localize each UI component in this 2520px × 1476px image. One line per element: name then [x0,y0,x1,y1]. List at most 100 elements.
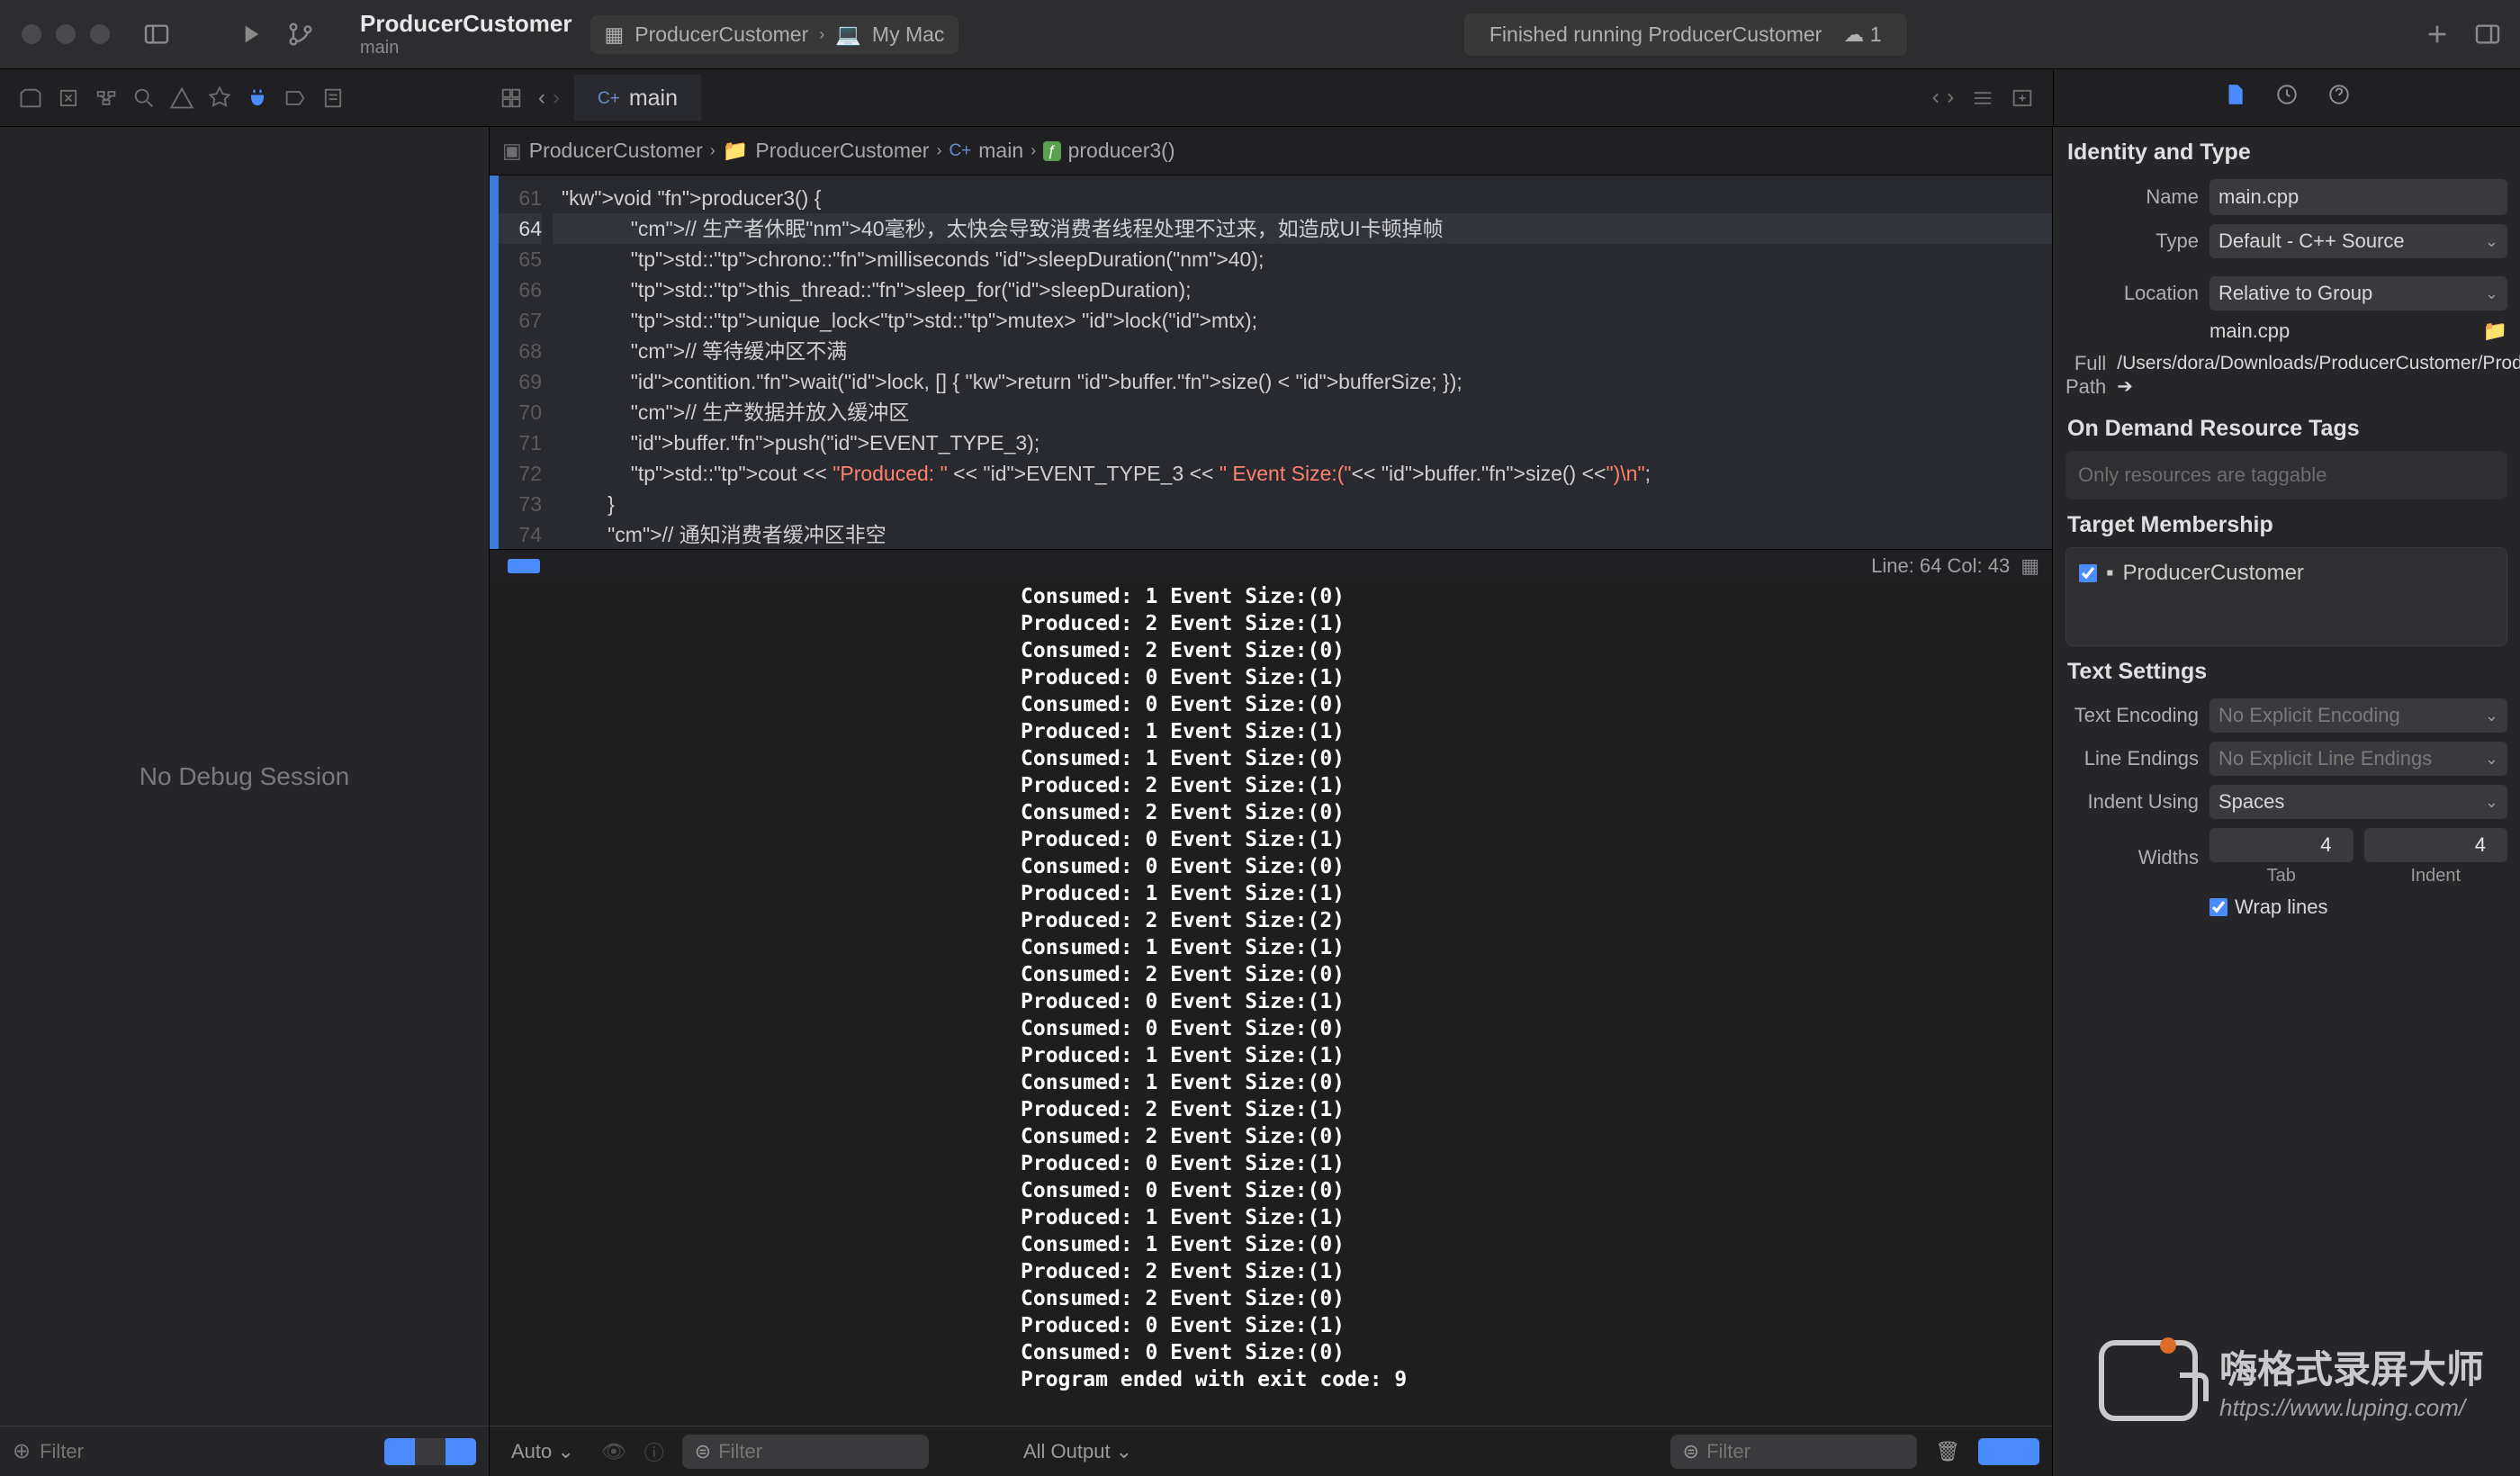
jumpbar-folder[interactable]: ProducerCustomer [755,139,929,163]
file-type-select[interactable]: Default - C++ Source⌄ [2210,224,2507,258]
indent-using-select[interactable]: Spaces⌄ [2210,785,2507,819]
minimize-window[interactable] [56,24,76,44]
zoom-window[interactable] [90,24,110,44]
editor-layout-icon[interactable]: ▦ [2020,554,2039,578]
fullpath-label: Full Path [2066,352,2117,399]
scheme-selector[interactable]: ▦ ProducerCustomer › 💻 My Mac [590,15,959,54]
relative-file-name: main.cpp [2210,320,2290,343]
tab-width-label: Tab [2210,862,2354,886]
console-output[interactable]: Consumed: 1 Event Size:(0) Produced: 2 E… [490,581,2052,1426]
test-nav-icon[interactable] [207,86,232,111]
folder-icon: 📁 [723,139,749,163]
info-icon[interactable]: ⓘ [644,1437,664,1466]
name-label: Name [2066,185,2210,209]
branch-name: main [360,38,572,58]
adjust-editor-icon[interactable] [1970,86,1995,111]
indent-using-label: Indent Using [2066,790,2210,814]
variables-filter-input[interactable] [718,1440,916,1463]
filter-icon: ⊕ [13,1438,31,1464]
function-icon: ƒ [1043,141,1060,161]
nav-fwd-icon[interactable]: › [553,86,560,111]
mac-icon: 💻 [835,22,861,47]
console-footer: Auto ⌄ 👁 ⓘ ⊜ All Output ⌄ ⊜ 🗑 [490,1426,2052,1476]
console-filter[interactable]: ⊜ [1670,1435,1917,1469]
jumpbar-symbol[interactable]: producer3() [1068,139,1175,163]
choose-path-icon[interactable]: 📁 [2483,320,2507,343]
jump-bar[interactable]: ▣ ProducerCustomer› 📁 ProducerCustomer› … [490,127,2052,176]
project-nav-icon[interactable] [18,86,43,111]
indent-width-label: Indent [2364,862,2508,886]
target-name: ProducerCustomer [2123,561,2304,586]
line-gutter[interactable]: 616465666768697071727374 [499,176,553,549]
add-icon[interactable] [2423,20,2452,49]
console-panes-segment[interactable] [1978,1438,2039,1465]
filter-icon: ⊜ [1683,1440,1699,1463]
file-name-input[interactable] [2210,179,2507,215]
activity-status[interactable]: Finished running ProducerCustomer ☁ 1 [1464,14,1907,56]
breakpoint-nav-icon[interactable] [283,86,308,111]
output-scope[interactable]: All Output ⌄ [1014,1435,1141,1469]
branch-icon[interactable] [286,20,315,49]
report-nav-icon[interactable] [320,86,346,111]
target-membership-box: ▪ ProducerCustomer [2066,547,2507,646]
navigator-panel: No Debug Session ⊕ [0,127,490,1476]
cpp-file-icon: C+ [598,89,620,109]
issue-nav-icon[interactable] [169,86,194,111]
cloud-icon: ☁ 1 [1843,22,1881,47]
tab-width-input[interactable] [2210,828,2354,862]
add-editor-icon[interactable] [2010,86,2035,111]
review-icon[interactable] [1930,86,1956,111]
console-filter-input[interactable] [1706,1440,1904,1463]
library-icon[interactable] [2473,20,2502,49]
file-inspector-tab-icon[interactable] [2223,83,2246,112]
sidebar-toggle-icon[interactable] [142,20,171,49]
variables-view-mode[interactable]: Auto ⌄ [502,1435,583,1469]
reveal-icon[interactable]: ➔ [2117,376,2133,397]
nav-back-icon[interactable]: ‹ [538,86,545,111]
source-control-nav-icon[interactable] [56,86,81,111]
encoding-select[interactable]: No Explicit Encoding⌄ [2210,698,2507,733]
jumpbar-project[interactable]: ProducerCustomer [529,139,703,163]
wrap-lines-option[interactable]: Wrap lines [2210,896,2507,919]
editor-tab[interactable]: C+ main [574,75,701,121]
minimap-indicator[interactable] [508,559,540,573]
related-items-icon[interactable] [499,86,524,111]
indent-width-input[interactable] [2364,828,2508,862]
titlebar: ProducerCustomer main ▦ ProducerCustomer… [0,0,2520,69]
text-settings-header: Text Settings [2066,646,2507,694]
filter-icon: ⊜ [695,1440,711,1463]
navigator-filter-input[interactable] [40,1440,375,1463]
code-editor[interactable]: 616465666768697071727374 "kw">void "fn">… [490,176,2052,549]
find-nav-icon[interactable] [131,86,157,111]
filter-scope-segment[interactable] [384,1438,476,1465]
tab-label: main [629,86,678,112]
line-endings-select[interactable]: No Explicit Line Endings⌄ [2210,742,2507,776]
widths-label: Widths [2066,846,2210,869]
variables-filter[interactable]: ⊜ [682,1435,929,1469]
close-window[interactable] [22,24,41,44]
wrap-lines-checkbox[interactable] [2210,898,2228,916]
history-inspector-tab-icon[interactable] [2275,83,2299,112]
debug-nav-icon[interactable] [245,86,270,111]
encoding-label: Text Encoding [2066,704,2210,727]
project-title[interactable]: ProducerCustomer main [360,10,572,58]
inspector-panel: Identity and Type Name TypeDefault - C++… [2053,127,2520,1476]
symbol-nav-icon[interactable] [94,86,119,111]
help-inspector-tab-icon[interactable] [2327,83,2351,112]
location-label: Location [2066,282,2210,305]
chevron-right-icon: › [819,25,824,44]
odr-tags-box: Only resources are taggable [2066,451,2507,500]
code-area[interactable]: "kw">void "fn">producer3() { "cm">// 生产者… [553,176,2052,549]
app-icon: ▦ [605,22,625,47]
location-select[interactable]: Relative to Group⌄ [2210,276,2507,310]
quicklook-icon[interactable]: 👁 [601,1440,626,1463]
run-icon[interactable] [236,20,265,49]
cursor-position: Line: 64 Col: 43 [1871,554,2010,578]
trash-icon[interactable]: 🗑 [1935,1440,1960,1463]
xcode-proj-icon: ▣ [502,139,522,163]
line-endings-label: Line Endings [2066,747,2210,770]
wrap-lines-label: Wrap lines [2235,896,2328,919]
jumpbar-file[interactable]: main [978,139,1023,163]
target-membership-item[interactable]: ▪ ProducerCustomer [2079,561,2494,586]
target-checkbox[interactable] [2079,564,2097,582]
